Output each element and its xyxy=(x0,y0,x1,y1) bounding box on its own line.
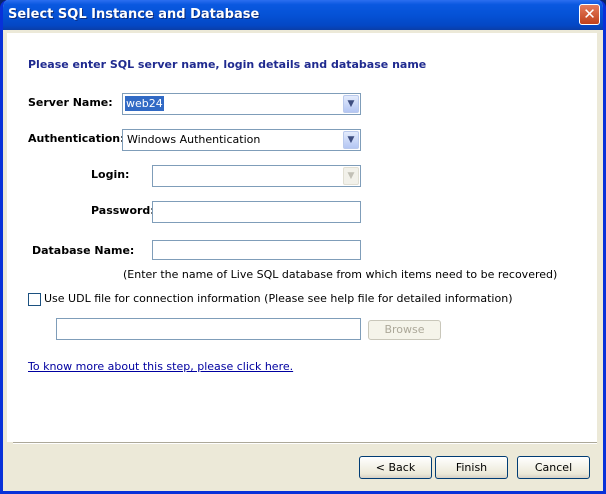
database-name-field[interactable] xyxy=(152,240,361,260)
cancel-button-label: Cancel xyxy=(534,461,573,474)
database-name-label: Database Name: xyxy=(32,244,135,257)
chevron-down-icon[interactable]: ▼ xyxy=(343,131,359,149)
back-button[interactable]: < Back xyxy=(359,456,432,479)
chevron-down-icon[interactable]: ▼ xyxy=(343,95,359,113)
udl-checkbox-label[interactable]: Use UDL file for connection information … xyxy=(44,292,512,305)
page-heading: Please enter SQL server name, login deta… xyxy=(28,58,427,71)
authentication-dropdown[interactable]: Windows Authentication ▼ xyxy=(122,129,361,151)
password-field[interactable] xyxy=(152,201,361,223)
server-name-dropdown[interactable]: web24 ▼ xyxy=(122,93,361,115)
authentication-label: Authentication: xyxy=(28,132,125,145)
udl-checkbox[interactable] xyxy=(28,293,41,306)
close-button[interactable]: ✕ xyxy=(579,4,600,25)
udl-path-field[interactable] xyxy=(56,318,361,340)
back-button-label: < Back xyxy=(375,461,416,474)
finish-button-label: Finish xyxy=(455,461,488,474)
help-link[interactable]: To know more about this step, please cli… xyxy=(28,360,293,373)
cancel-button[interactable]: Cancel xyxy=(517,456,590,479)
title-bar: Select SQL Instance and Database ✕ xyxy=(3,0,603,30)
authentication-value: Windows Authentication xyxy=(127,133,261,146)
database-name-note: (Enter the name of Live SQL database fro… xyxy=(123,268,558,281)
login-dropdown: ▼ xyxy=(152,165,361,187)
password-label: Password: xyxy=(91,204,155,217)
window-title: Select SQL Instance and Database xyxy=(8,7,260,22)
content-panel: Please enter SQL server name, login deta… xyxy=(7,33,597,442)
finish-button[interactable]: Finish xyxy=(435,456,508,479)
browse-button: Browse xyxy=(368,320,441,340)
dialog-window: Select SQL Instance and Database ✕ Pleas… xyxy=(0,0,606,494)
login-label: Login: xyxy=(91,168,130,181)
server-name-label: Server Name: xyxy=(28,96,113,109)
server-name-value: web24 xyxy=(125,96,164,111)
close-icon: ✕ xyxy=(583,5,596,23)
chevron-down-icon: ▼ xyxy=(343,167,359,185)
footer-separator-highlight xyxy=(13,443,597,444)
